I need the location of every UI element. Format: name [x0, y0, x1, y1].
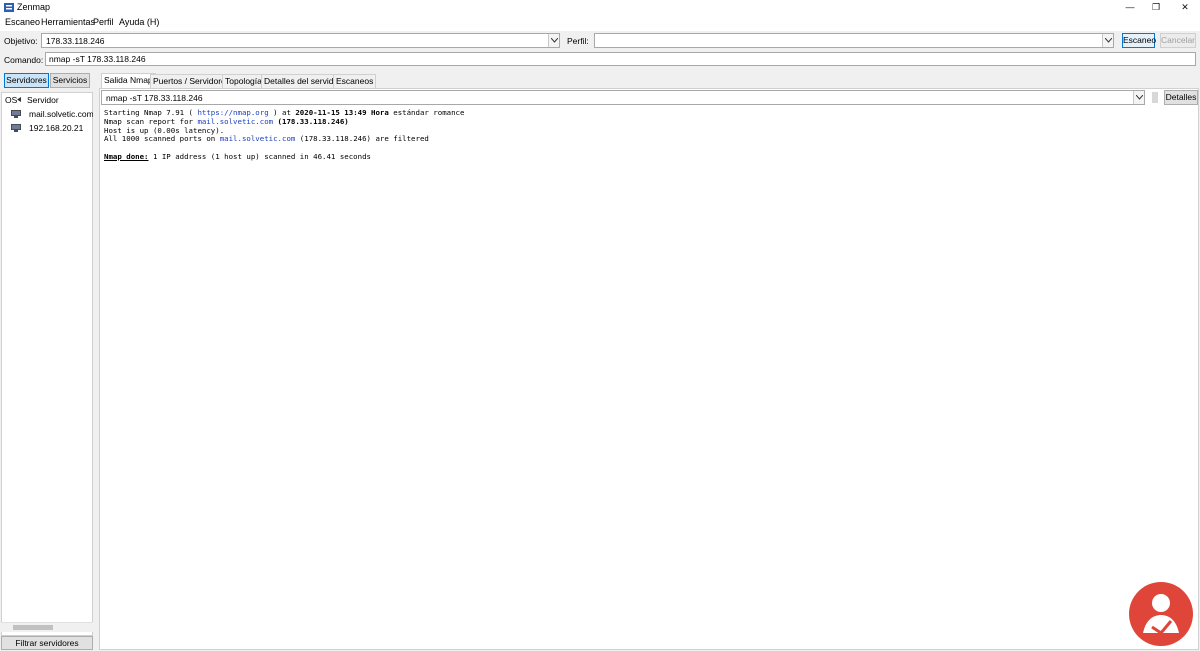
nmap-output-panel: nmap -sT 178.33.118.246 Detalles Startin… [99, 88, 1199, 650]
os-column-header[interactable]: OS [5, 95, 17, 105]
output-link[interactable]: mail.solvetic.com [197, 117, 273, 126]
hosts-toggle[interactable]: Servidores [4, 73, 49, 88]
host-name: 192.168.20.21 [29, 123, 84, 133]
output-text: All 1000 scanned ports on [104, 134, 220, 144]
tab-ports-hosts[interactable]: Puertos / Servidores [150, 74, 234, 88]
menu-ayuda[interactable]: Ayuda (H) [119, 17, 159, 27]
nmap-output-text: Starting Nmap 7.91 ( https://nmap.org ) … [104, 108, 465, 162]
chevron-down-icon [1105, 38, 1112, 43]
menu-escaneo[interactable]: Escaneo [5, 17, 40, 27]
chevron-down-icon [551, 38, 558, 43]
unknown-os-icon [11, 124, 21, 132]
restore-button[interactable]: ❐ [1143, 0, 1169, 15]
host-row[interactable]: mail.solvetic.com ( [2, 108, 94, 120]
zenmap-app-icon [4, 3, 14, 12]
tab-scans[interactable]: Escaneos [333, 74, 377, 88]
output-link[interactable]: mail.solvetic.com [220, 134, 296, 143]
output-date: 2020-11-15 13:49 Hora [295, 108, 389, 117]
command-value: nmap -sT 178.33.118.246 [49, 54, 146, 64]
scan-selector-value: nmap -sT 178.33.118.246 [106, 93, 203, 103]
output-text: ) at [268, 108, 296, 117]
output-link[interactable]: https://nmap.org [197, 108, 268, 117]
scan-selector-arrow[interactable] [1133, 91, 1144, 104]
command-input[interactable]: nmap -sT 178.33.118.246 [45, 52, 1196, 66]
title-bar: Zenmap — ❐ ✕ [0, 0, 1200, 15]
target-combo[interactable]: 178.33.118.246 [41, 33, 560, 48]
menu-perfil[interactable]: Perfil [93, 17, 114, 27]
output-text: 1 IP address (1 host up) scanned in 46.4… [148, 151, 371, 161]
chevron-down-icon [1136, 95, 1143, 100]
output-done-label: Nmap done: [104, 151, 149, 161]
output-text: (178.33.118.246) are filtered [295, 134, 429, 144]
profile-dropdown-arrow[interactable] [1102, 34, 1113, 47]
host-list-header: OS Servidor [2, 93, 94, 105]
window-title: Zenmap [17, 2, 51, 12]
scan-selector[interactable]: nmap -sT 178.33.118.246 [101, 90, 1145, 105]
services-toggle[interactable]: Servicios [50, 73, 90, 88]
unknown-os-icon [11, 110, 21, 118]
menu-bar: Escaneo Herramientas Perfil Ayuda (H) [0, 15, 1200, 31]
menu-herramientas[interactable]: Herramientas [41, 17, 95, 27]
splitter-grip[interactable] [1152, 92, 1158, 103]
close-button[interactable]: ✕ [1172, 0, 1198, 15]
target-dropdown-arrow[interactable] [548, 34, 559, 47]
host-name: mail.solvetic.com ( [29, 109, 93, 119]
output-text: Host is up (0.00s latency). [104, 125, 225, 135]
target-label: Objetivo: [4, 36, 38, 46]
profile-label: Perfil: [567, 36, 589, 46]
tab-topology[interactable]: Topología [222, 74, 265, 88]
host-column-header[interactable]: Servidor [27, 95, 59, 105]
output-text: Starting Nmap 7.91 ( [104, 108, 198, 117]
minimize-button[interactable]: — [1117, 0, 1143, 15]
host-list-scrollbar[interactable] [1, 622, 93, 632]
sort-arrow-icon [17, 97, 21, 102]
tab-nmap-output[interactable]: Salida Nmap [101, 73, 156, 88]
output-text: Nmap scan report for [104, 116, 198, 126]
cancel-button[interactable]: Cancelar [1160, 33, 1196, 48]
output-text: estándar romance [388, 108, 465, 117]
output-ip: (178.33.118.246) [273, 116, 349, 126]
profile-combo[interactable] [594, 33, 1114, 48]
command-label: Comando: [4, 55, 44, 65]
details-button[interactable]: Detalles [1164, 90, 1198, 105]
watermark-logo [1129, 582, 1193, 646]
scrollbar-thumb[interactable] [13, 625, 53, 630]
scan-button[interactable]: Escaneo [1122, 33, 1156, 48]
host-list: OS Servidor mail.solvetic.com ( 192.168.… [1, 92, 93, 636]
tab-host-details[interactable]: Detalles del servidor [261, 74, 345, 88]
host-row[interactable]: 192.168.20.21 [2, 122, 94, 134]
filter-hosts-button[interactable]: Filtrar servidores [1, 636, 93, 650]
target-value: 178.33.118.246 [46, 36, 105, 46]
